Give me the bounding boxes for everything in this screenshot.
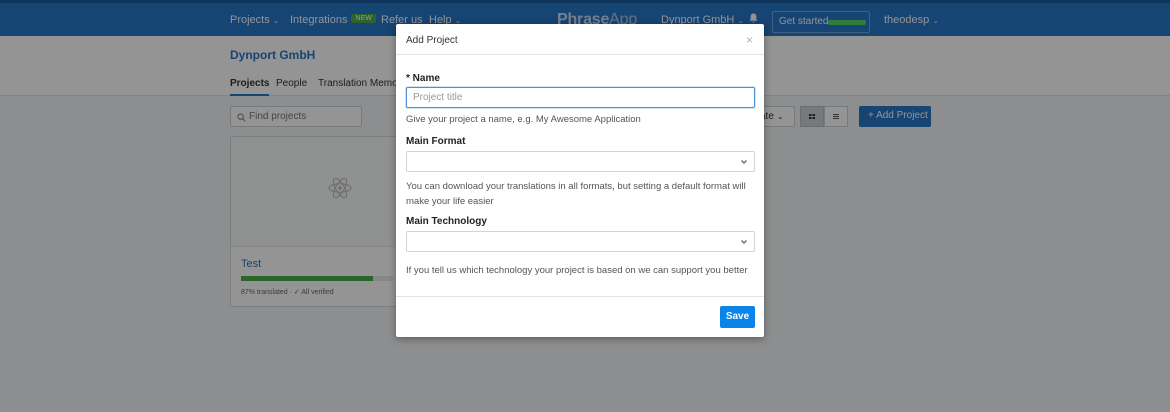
project-name-input[interactable] [413,92,743,103]
technology-help-text: If you tell us which technology your pro… [406,265,748,276]
chevron-down-icon [741,160,747,164]
dialog-header: Add Project × [396,24,764,55]
main-technology-select[interactable] [406,231,755,252]
format-help-text: You can download your translations in al… [406,181,746,207]
name-help-text: Give your project a name, e.g. My Awesom… [406,114,641,125]
save-button[interactable]: Save [720,306,755,328]
close-icon[interactable]: × [746,33,753,47]
format-label: Main Format [406,136,466,147]
dialog-footer [396,296,764,337]
add-project-dialog: Add Project × * Name Give your project a… [396,24,764,337]
chevron-down-icon [741,240,747,244]
dialog-title: Add Project [406,35,458,46]
name-field-wrapper[interactable] [406,87,755,108]
main-format-select[interactable] [406,151,755,172]
name-label: * Name [406,73,440,84]
technology-label: Main Technology [406,216,487,227]
